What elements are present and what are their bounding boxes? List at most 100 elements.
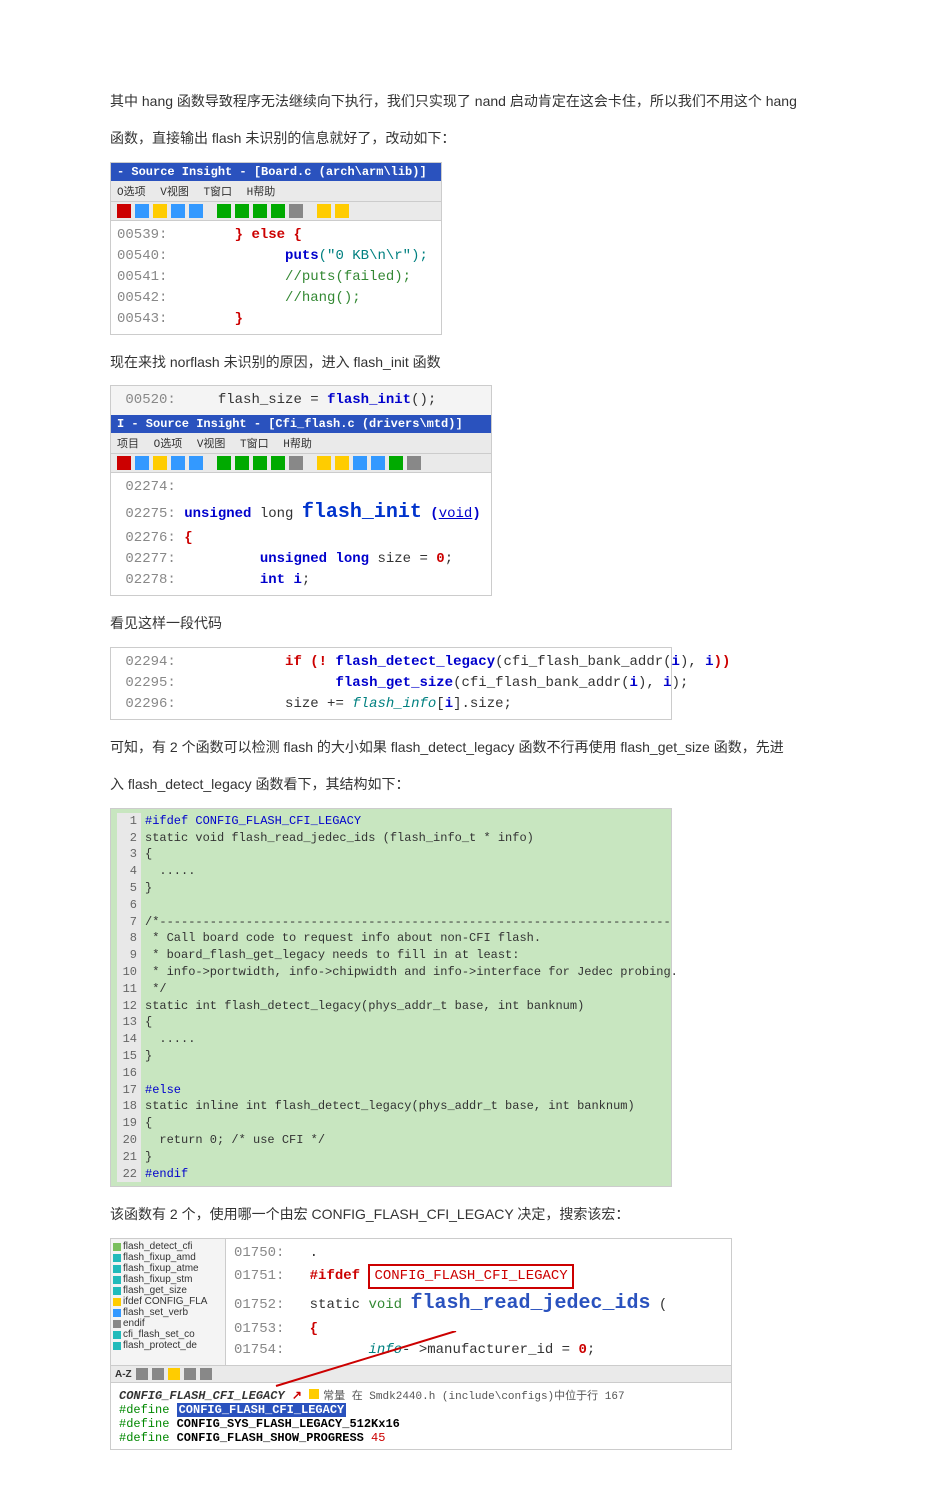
back-icon[interactable] — [353, 456, 367, 470]
code: { — [141, 1014, 152, 1031]
tool-icon[interactable] — [217, 456, 231, 470]
result-line[interactable]: CONFIG_SYS_FLASH_LEGACY_512Kx16 — [177, 1417, 400, 1431]
menu-item[interactable]: V视图 — [160, 187, 189, 199]
tool-icon[interactable] — [407, 456, 421, 470]
undo-icon[interactable] — [171, 204, 185, 218]
tool-icon[interactable] — [235, 204, 249, 218]
code: static void flash_read_jedec_ids (flash_… — [141, 830, 534, 847]
redo-icon[interactable] — [189, 204, 203, 218]
code: { — [184, 530, 192, 546]
code: ( — [651, 1297, 668, 1313]
tool-icon[interactable] — [235, 456, 249, 470]
cut-icon[interactable] — [117, 456, 131, 470]
paragraph: 函数，直接输出 flash 未识别的信息就好了，改动如下： — [110, 123, 835, 154]
menu-item[interactable]: O选项 — [154, 439, 183, 451]
tool-icon[interactable] — [317, 456, 331, 470]
symbol-tree[interactable]: flash_detect_cfiflash_fixup_amdflash_fix… — [111, 1239, 226, 1365]
tool-icon[interactable] — [168, 1368, 180, 1380]
tree-item[interactable]: flash_fixup_amd — [113, 1252, 223, 1263]
tree-item[interactable]: flash_fixup_stm — [113, 1274, 223, 1285]
tool-icon[interactable] — [389, 456, 403, 470]
code-line: 22#endif — [117, 1166, 665, 1183]
result-match[interactable]: CONFIG_FLASH_CFI_LEGACY — [177, 1403, 347, 1417]
redo-icon[interactable] — [189, 456, 203, 470]
code-line: 13{ — [117, 1014, 665, 1031]
menubar: O选项 V视图 T窗口 H帮助 — [111, 181, 441, 202]
line-number: 02278: — [125, 572, 175, 588]
result-line[interactable]: CONFIG_FLASH_SHOW_PROGRESS — [177, 1431, 364, 1445]
code-screenshot-2: 00520: flash_size = flash_init(); I - So… — [110, 385, 492, 596]
tool-icon[interactable] — [217, 204, 231, 218]
code: static inline int flash_detect_legacy(ph… — [141, 1098, 635, 1115]
preproc: #define — [119, 1431, 177, 1445]
tool-icon[interactable] — [200, 1368, 212, 1380]
menu-item[interactable]: H帮助 — [283, 439, 312, 451]
code-area: 1#ifdef CONFIG_FLASH_CFI_LEGACY2static v… — [111, 809, 671, 1187]
tool-icon[interactable] — [253, 204, 267, 218]
menu-item[interactable]: O选项 — [117, 187, 146, 199]
code-line: 1#ifdef CONFIG_FLASH_CFI_LEGACY — [117, 813, 665, 830]
symbol-label: flash_detect_cfi — [123, 1241, 193, 1252]
preproc: #ifdef — [310, 1268, 360, 1284]
tool-icon[interactable] — [152, 1368, 164, 1380]
sort-button[interactable]: A-Z — [115, 1369, 132, 1380]
code — [141, 1065, 145, 1082]
code: } — [141, 1048, 152, 1065]
line-number: 18 — [117, 1098, 141, 1115]
keyword: void — [439, 506, 473, 522]
menu-item[interactable]: T窗口 — [203, 187, 232, 199]
tool-icon[interactable] — [136, 1368, 148, 1380]
code: ].size; — [453, 696, 512, 712]
line-number: 20 — [117, 1132, 141, 1149]
paste-icon[interactable] — [153, 204, 167, 218]
tree-item[interactable]: endif — [113, 1318, 223, 1329]
window-title: - Source Insight - [Board.c (arch\arm\li… — [117, 165, 427, 179]
cut-icon[interactable] — [117, 204, 131, 218]
text: 可知，有 2 个函数可以检测 flash 的大小如果 flash_detect_… — [110, 739, 784, 755]
line-number: 02294: — [125, 654, 175, 670]
tool-icon[interactable] — [271, 204, 285, 218]
line-number: 9 — [117, 947, 141, 964]
code: } — [235, 227, 252, 243]
text: 该函数有 2 个，使用哪一个由宏 CONFIG_FLASH_CFI_LEGACY… — [110, 1206, 629, 1222]
tree-item[interactable]: flash_fixup_atme — [113, 1263, 223, 1274]
line-number: 2 — [117, 830, 141, 847]
paste-icon[interactable] — [153, 456, 167, 470]
tool-icon[interactable] — [253, 456, 267, 470]
panel-toolbar: A-Z — [111, 1365, 731, 1382]
forward-icon[interactable] — [371, 456, 385, 470]
menu-item[interactable]: V视图 — [197, 439, 226, 451]
symbol-label: flash_protect_de — [123, 1340, 197, 1351]
code: #else — [141, 1082, 181, 1099]
copy-icon[interactable] — [135, 456, 149, 470]
tool-icon[interactable] — [289, 204, 303, 218]
toolbar — [111, 202, 441, 221]
tool-icon[interactable] — [335, 456, 349, 470]
tree-item[interactable]: ifdef CONFIG_FLA — [113, 1296, 223, 1307]
code-line: 6 — [117, 897, 665, 914]
tool-icon[interactable] — [271, 456, 285, 470]
undo-icon[interactable] — [171, 456, 185, 470]
menu-item[interactable]: 项目 — [117, 439, 139, 451]
code-line: 10 * info->portwidth, info->chipwidth an… — [117, 964, 665, 981]
tree-item[interactable]: cfi_flash_set_co — [113, 1329, 223, 1340]
tree-item[interactable]: flash_set_verb — [113, 1307, 223, 1318]
line-number: 10 — [117, 964, 141, 981]
code: flash_size = — [218, 392, 327, 408]
code-block-green: 1#ifdef CONFIG_FLASH_CFI_LEGACY2static v… — [110, 808, 672, 1188]
tool-icon[interactable] — [289, 456, 303, 470]
menu-item[interactable]: T窗口 — [240, 439, 269, 451]
menubar: 项目 O选项 V视图 T窗口 H帮助 — [111, 433, 491, 454]
tool-icon[interactable] — [184, 1368, 196, 1380]
tree-item[interactable]: flash_get_size — [113, 1285, 223, 1296]
var: i — [672, 654, 680, 670]
code-line: 17#else — [117, 1082, 665, 1099]
copy-icon[interactable] — [135, 204, 149, 218]
code-line: 19{ — [117, 1115, 665, 1132]
menu-item[interactable]: H帮助 — [247, 187, 276, 199]
line-number: 00540: — [117, 248, 167, 264]
tool-icon[interactable] — [317, 204, 331, 218]
tree-item[interactable]: flash_detect_cfi — [113, 1241, 223, 1252]
tool-icon[interactable] — [335, 204, 349, 218]
tree-item[interactable]: flash_protect_de — [113, 1340, 223, 1351]
